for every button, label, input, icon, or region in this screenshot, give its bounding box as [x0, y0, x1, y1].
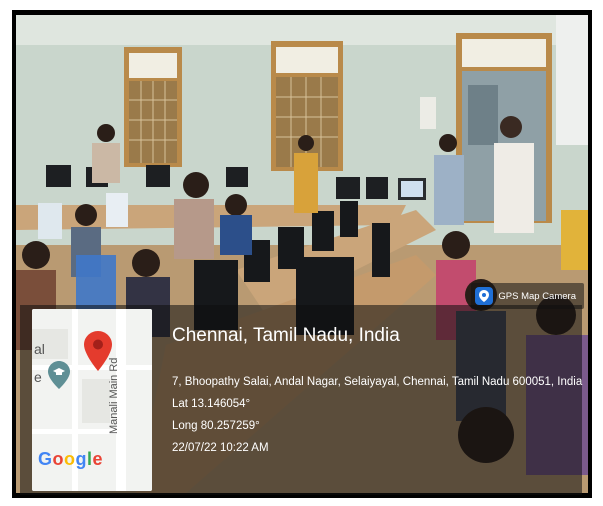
- latitude: Lat 13.146054°: [172, 398, 251, 410]
- map-edge-text-top: al: [34, 341, 45, 357]
- gps-app-name: GPS Map Camera: [498, 290, 576, 302]
- mini-map[interactable]: al e Manali Main Rd Google: [32, 309, 152, 491]
- address: 7, Bhoopathy Salai, Andal Nagar, Selaiya…: [172, 376, 583, 388]
- date-time: 22/07/22 10:22 AM: [172, 442, 269, 454]
- location-title: Chennai, Tamil Nadu, India: [172, 325, 400, 346]
- map-pin-icon: [475, 287, 494, 305]
- location-overlay: al e Manali Main Rd Google Chennai, Tami…: [20, 305, 582, 495]
- window-middle: [271, 41, 343, 171]
- google-logo: Google: [38, 449, 103, 470]
- google-logo-text: Google: [38, 449, 104, 469]
- road-name: Manali Main Rd: [108, 357, 120, 434]
- window-left: [124, 47, 182, 167]
- map-edge-text-mid: e: [34, 369, 42, 385]
- longitude: Long 80.257259°: [172, 420, 260, 432]
- location-details: 7, Bhoopathy Salai, Andal Nagar, Selaiya…: [172, 371, 582, 459]
- graduation-cap-icon: [48, 361, 70, 394]
